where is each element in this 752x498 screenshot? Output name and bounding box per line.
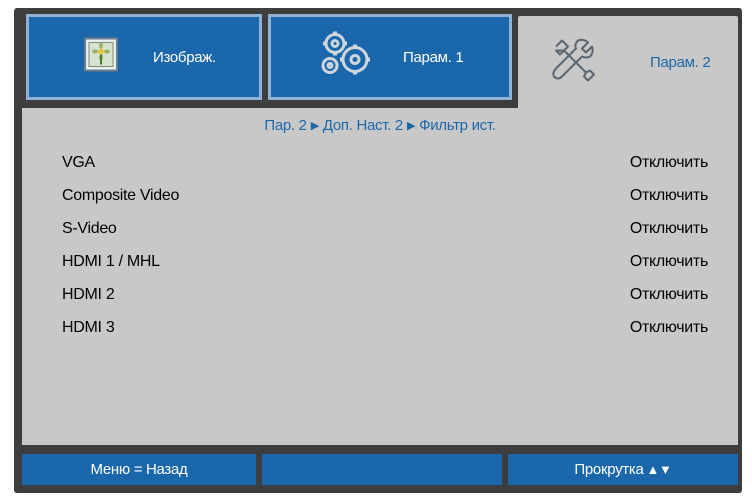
setting-row-s-video[interactable]: S-Video Отключить bbox=[62, 212, 708, 245]
tab-settings-2[interactable]: Парам. 2 bbox=[518, 16, 738, 108]
breadcrumb-separator-icon: ▶ bbox=[310, 120, 319, 132]
setting-label: Composite Video bbox=[62, 186, 180, 204]
setting-row-hdmi-3[interactable]: HDMI 3 Отключить bbox=[62, 311, 708, 344]
setting-value[interactable]: Отключить bbox=[630, 220, 708, 238]
setting-value[interactable]: Отключить bbox=[630, 253, 708, 271]
breadcrumb-item: Доп. Наст. 2 bbox=[322, 117, 403, 134]
image-icon bbox=[83, 37, 119, 78]
setting-label: HDMI 3 bbox=[62, 318, 115, 336]
setting-row-vga[interactable]: VGA Отключить bbox=[62, 146, 708, 179]
footer-middle bbox=[262, 454, 502, 485]
breadcrumb-separator-icon: ▶ bbox=[406, 120, 416, 132]
tab-image[interactable]: Изображ. bbox=[26, 14, 262, 100]
tab-image-label: Изображ. bbox=[153, 48, 216, 66]
breadcrumb-item: Пар. 2 bbox=[264, 117, 307, 134]
setting-label: HDMI 2 bbox=[62, 285, 115, 303]
tools-icon bbox=[548, 35, 598, 90]
breadcrumb-item: Фильтр ист. bbox=[419, 117, 496, 134]
tab-settings-2-label: Парам. 2 bbox=[650, 53, 711, 71]
setting-value[interactable]: Отключить bbox=[630, 187, 708, 205]
footer-menu-back: Меню = Назад bbox=[22, 454, 256, 485]
footer-scroll-label: Прокрутка bbox=[574, 461, 644, 478]
setting-row-composite-video[interactable]: Composite Video Отключить bbox=[62, 179, 708, 212]
breadcrumb: Пар. 2 ▶ Доп. Наст. 2 ▶ Фильтр ист. bbox=[22, 117, 738, 134]
gears-icon bbox=[315, 30, 373, 85]
settings-list: VGA Отключить Composite Video Отключить … bbox=[62, 146, 708, 344]
setting-value[interactable]: Отключить bbox=[630, 286, 708, 304]
footer-scroll: Прокрутка ▲▼ bbox=[508, 454, 738, 485]
tab-settings-1-label: Парам. 1 bbox=[403, 48, 464, 66]
setting-value[interactable]: Отключить bbox=[630, 154, 708, 172]
setting-row-hdmi-2[interactable]: HDMI 2 Отключить bbox=[62, 278, 708, 311]
up-down-arrows-icon: ▲▼ bbox=[646, 462, 672, 477]
setting-label: S-Video bbox=[62, 219, 117, 237]
content-panel: Пар. 2 ▶ Доп. Наст. 2 ▶ Фильтр ист. VGA Откл… bbox=[22, 108, 738, 445]
setting-value[interactable]: Отключить bbox=[630, 319, 708, 337]
setting-row-hdmi-1-mhl[interactable]: HDMI 1 / MHL Отключить bbox=[62, 245, 708, 278]
tab-settings-1[interactable]: Парам. 1 bbox=[268, 14, 512, 100]
setting-label: VGA bbox=[62, 153, 95, 171]
setting-label: HDMI 1 / MHL bbox=[62, 252, 160, 270]
footer-menu-back-label: Меню = Назад bbox=[90, 461, 188, 478]
